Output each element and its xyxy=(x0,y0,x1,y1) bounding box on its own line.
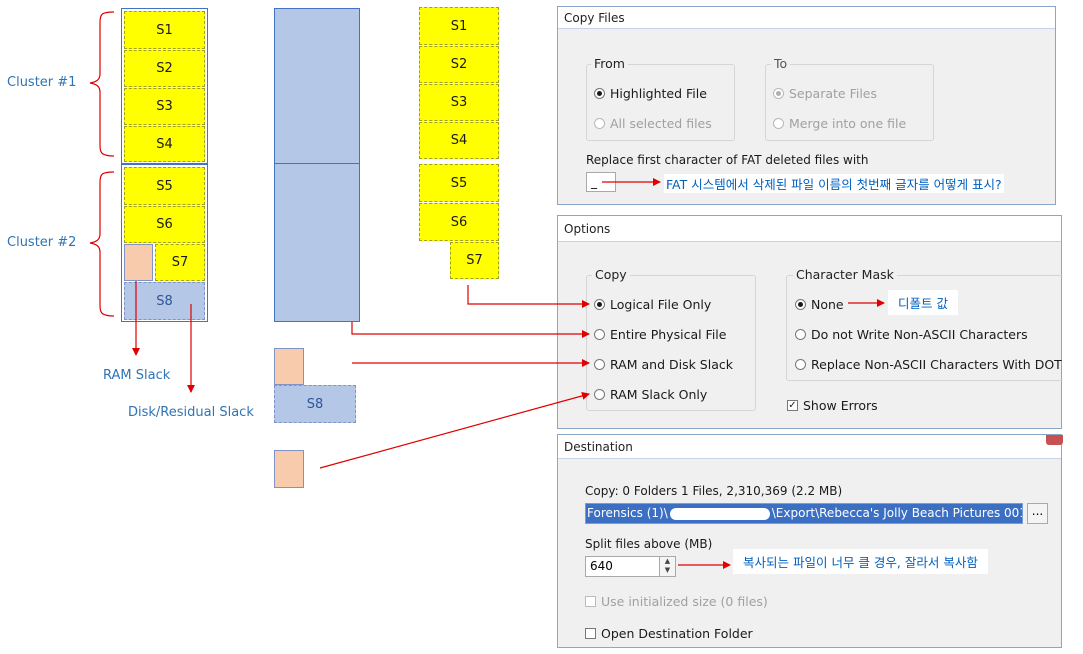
ram-only-arrow xyxy=(319,391,590,469)
physical-arrow xyxy=(351,322,590,338)
cluster-2-brace xyxy=(89,171,115,317)
annotation-overlay xyxy=(89,11,885,569)
cluster-1-brace xyxy=(89,11,115,157)
logical-arrow xyxy=(467,285,590,308)
